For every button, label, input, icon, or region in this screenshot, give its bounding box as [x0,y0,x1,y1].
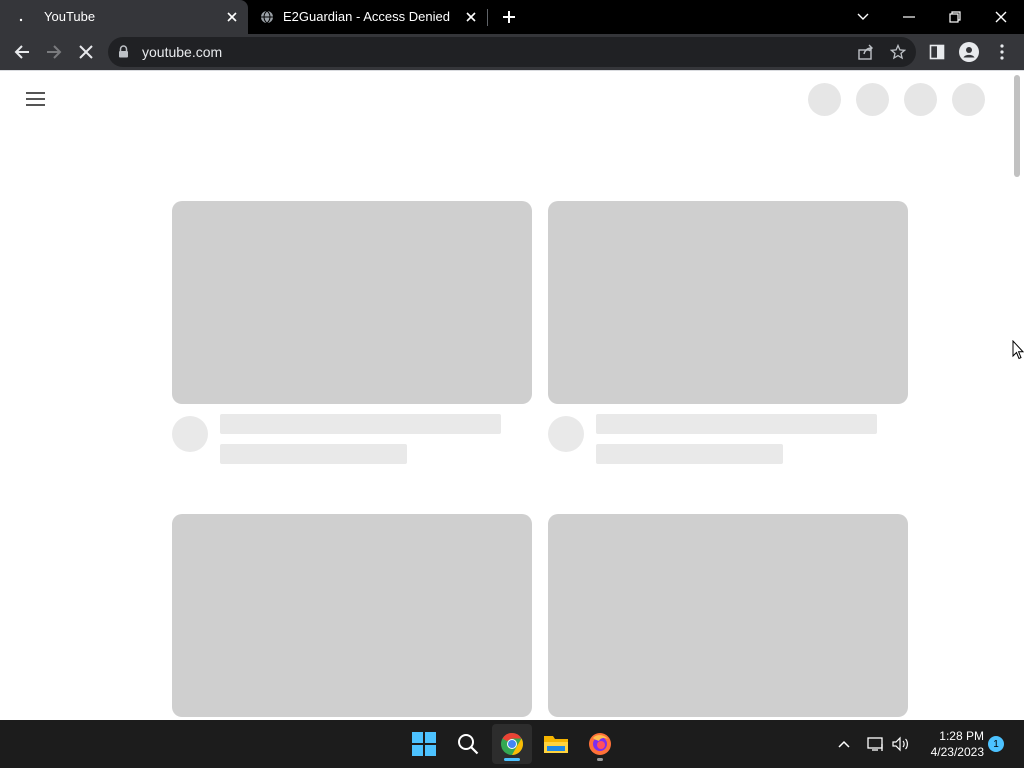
clock-date: 4/23/2023 [930,745,984,759]
network-icon[interactable] [866,734,886,754]
hamburger-menu-icon[interactable] [26,91,46,107]
close-tab-icon[interactable] [463,9,479,25]
notification-badge[interactable]: 1 [988,736,1004,752]
video-thumbnail-placeholder [172,201,532,404]
kebab-menu-icon[interactable] [991,41,1013,63]
show-hidden-icons-chevron-icon[interactable] [834,734,854,754]
video-thumbnail-placeholder [172,514,532,717]
chrome-icon[interactable] [492,724,532,764]
header-placeholder-circle [904,83,937,116]
profile-avatar-icon[interactable] [958,41,980,63]
title-line-placeholder [220,414,501,434]
channel-avatar-placeholder [172,416,208,452]
tab-youtube[interactable]: YouTube [0,0,248,34]
share-icon[interactable] [855,41,877,63]
bookmark-star-icon[interactable] [887,41,909,63]
forward-button[interactable] [43,41,65,63]
meta-line-placeholder [596,444,783,464]
windows-start-icon[interactable] [404,724,444,764]
firefox-icon[interactable] [580,724,620,764]
browser-toolbar: youtube.com [0,34,1024,70]
tab-title: YouTube [44,9,96,24]
meta-line-placeholder [220,444,407,464]
tab-strip: YouTube E2Guardian - Access Denied [0,0,1024,34]
volume-icon[interactable] [891,734,911,754]
channel-avatar-placeholder [548,416,584,452]
page-viewport [0,71,1012,720]
loading-dot-icon [14,10,28,24]
back-button[interactable] [11,41,33,63]
clock-time: 1:28 PM [939,729,984,743]
header-placeholder-circle [952,83,985,116]
tab-title: E2Guardian - Access Denied [283,9,450,24]
page-scrollbar-thumb[interactable] [1014,75,1020,177]
address-bar[interactable]: youtube.com [108,37,916,67]
running-app-indicator [597,758,603,761]
windows-taskbar [0,720,1024,768]
minimize-button[interactable] [898,6,920,28]
video-thumbnail-placeholder [548,514,908,717]
stop-loading-button[interactable] [75,41,97,63]
mouse-cursor-icon [1012,339,1024,365]
header-placeholder-circle [808,83,841,116]
search-icon[interactable] [448,724,488,764]
url-text: youtube.com [142,44,223,60]
tab-e2guardian[interactable]: E2Guardian - Access Denied [248,0,488,34]
close-window-button[interactable] [990,6,1012,28]
tab-search-chevron-icon[interactable] [852,6,874,28]
header-placeholder-circle [856,83,889,116]
active-app-indicator [504,758,520,761]
restore-button[interactable] [944,6,966,28]
lock-icon[interactable] [118,45,129,63]
video-thumbnail-placeholder [548,201,908,404]
file-explorer-icon[interactable] [536,724,576,764]
taskbar-clock[interactable]: 1:28 PM 4/23/2023 [916,728,984,760]
side-panel-button[interactable] [926,41,948,63]
globe-icon [260,10,274,24]
title-line-placeholder [596,414,877,434]
close-tab-icon[interactable] [224,9,240,25]
tab-separator [487,9,488,26]
new-tab-button[interactable] [500,8,518,26]
